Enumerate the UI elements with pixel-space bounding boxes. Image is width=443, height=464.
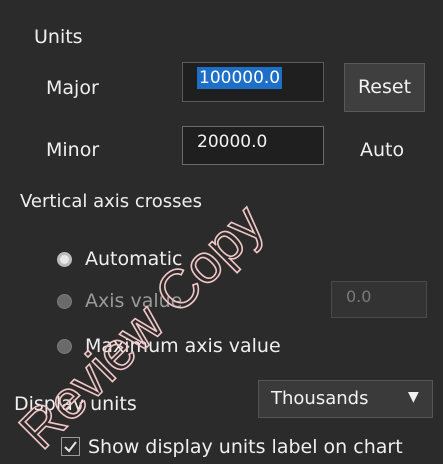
- radio-automatic[interactable]: [57, 252, 72, 267]
- major-input[interactable]: 100000.0: [182, 62, 324, 102]
- show-display-units-checkbox[interactable]: [61, 437, 80, 456]
- chevron-down-icon: ▼: [408, 389, 419, 405]
- radio-axis-value-label[interactable]: Axis value: [85, 290, 182, 312]
- radio-maximum-axis-value-label[interactable]: Maximum axis value: [85, 335, 281, 357]
- show-display-units-label[interactable]: Show display units label on chart: [88, 436, 403, 458]
- format-axis-panel: Units Major 100000.0 Reset Minor 20000.0…: [0, 0, 443, 464]
- major-input-value: 100000.0: [197, 67, 283, 89]
- display-units-selected-value: Thousands: [271, 388, 369, 409]
- minor-input[interactable]: 20000.0: [182, 126, 324, 165]
- reset-button[interactable]: Reset: [344, 63, 425, 112]
- minor-input-value: 20000.0: [197, 132, 268, 152]
- major-label: Major: [46, 77, 99, 99]
- radio-automatic-label[interactable]: Automatic: [85, 248, 182, 270]
- vertical-axis-crosses-heading: Vertical axis crosses: [20, 191, 203, 212]
- axis-value-input[interactable]: 0.0: [331, 281, 427, 318]
- display-units-select[interactable]: Thousands ▼: [258, 380, 433, 418]
- checkmark-icon: [64, 441, 77, 453]
- axis-value-input-value: 0.0: [346, 287, 372, 306]
- radio-maximum-axis-value[interactable]: [57, 339, 72, 354]
- display-units-label: Display units: [14, 393, 137, 415]
- auto-label: Auto: [360, 139, 405, 161]
- radio-axis-value[interactable]: [57, 294, 72, 309]
- minor-label: Minor: [46, 139, 100, 161]
- watermark-text: Review Copy: [8, 193, 275, 460]
- units-heading: Units: [34, 26, 83, 48]
